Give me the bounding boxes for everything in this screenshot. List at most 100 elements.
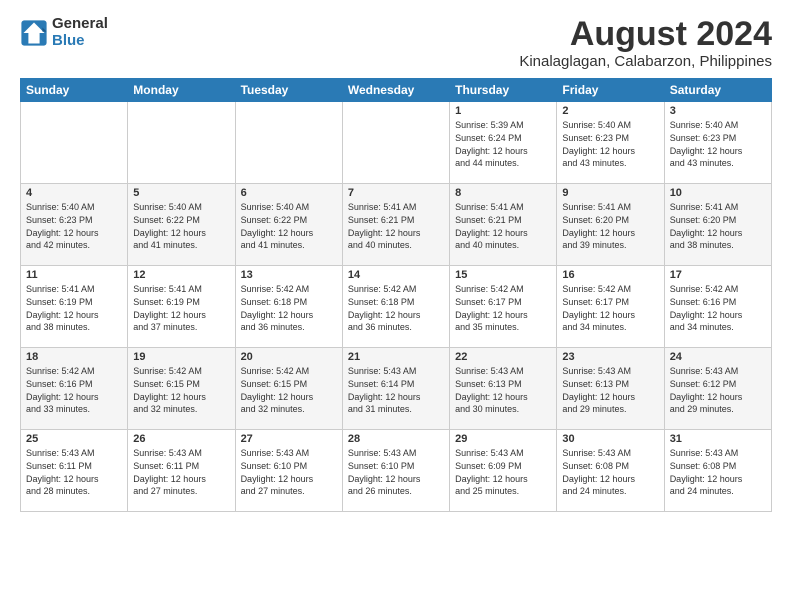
day-number: 4 <box>26 187 122 199</box>
logo-text: General Blue <box>52 16 108 49</box>
day-cell-10: 10Sunrise: 5:41 AM Sunset: 6:20 PM Dayli… <box>664 184 771 266</box>
logo: General Blue <box>20 16 108 49</box>
day-cell-19: 19Sunrise: 5:42 AM Sunset: 6:15 PM Dayli… <box>128 348 235 430</box>
day-info: Sunrise: 5:43 AM Sunset: 6:11 PM Dayligh… <box>26 447 122 497</box>
day-cell-30: 30Sunrise: 5:43 AM Sunset: 6:08 PM Dayli… <box>557 430 664 512</box>
day-number: 13 <box>241 269 337 281</box>
day-info: Sunrise: 5:43 AM Sunset: 6:10 PM Dayligh… <box>241 447 337 497</box>
empty-cell <box>235 102 342 184</box>
day-info: Sunrise: 5:41 AM Sunset: 6:20 PM Dayligh… <box>562 201 658 251</box>
day-cell-4: 4 Sunrise: 5:40 AM Sunset: 6:23 PM Daylig… <box>21 184 128 266</box>
day-cell-29: 29 Sunrise: 5:43 AM Sunset: 6:09 PM Dayli… <box>450 430 557 512</box>
day-cell-2: 2Sunrise: 5:40 AM Sunset: 6:23 PM Daylig… <box>557 102 664 184</box>
day-number: 14 <box>348 269 444 281</box>
day-info: Sunrise: 5:41 AM Sunset: 6:21 PM Dayligh… <box>455 201 551 251</box>
logo-icon <box>20 19 48 47</box>
week-row-4: 18 Sunrise: 5:42 AM Sunset: 6:16 PM Dayli… <box>21 348 772 430</box>
empty-cell <box>21 102 128 184</box>
day-cell-11: 11Sunrise: 5:41 AM Sunset: 6:19 PM Dayli… <box>21 266 128 348</box>
day-cell-13: 13 Sunrise: 5:42 AM Sunset: 6:18 PM Dayli… <box>235 266 342 348</box>
day-cell-20: 20 Sunrise: 5:42 AM Sunset: 6:15 PM Dayli… <box>235 348 342 430</box>
day-number: 20 <box>241 351 337 363</box>
day-number: 8 <box>455 187 551 199</box>
day-number: 16 <box>562 269 658 281</box>
day-info: Sunrise: 5:42 AM Sunset: 6:15 PM Dayligh… <box>241 365 337 415</box>
day-info: Sunrise: 5:40 AM Sunset: 6:22 PM Dayligh… <box>133 201 229 251</box>
day-number: 2 <box>562 105 658 117</box>
day-header-tuesday: Tuesday <box>235 79 342 102</box>
day-header-sunday: Sunday <box>21 79 128 102</box>
day-number: 18 <box>26 351 122 363</box>
day-info: Sunrise: 5:43 AM Sunset: 6:08 PM Dayligh… <box>670 447 766 497</box>
page: General Blue August 2024 Kinalaglagan, C… <box>0 0 792 612</box>
day-cell-23: 23Sunrise: 5:43 AM Sunset: 6:13 PM Dayli… <box>557 348 664 430</box>
day-cell-27: 27 Sunrise: 5:43 AM Sunset: 6:10 PM Dayli… <box>235 430 342 512</box>
day-number: 6 <box>241 187 337 199</box>
day-cell-3: 3 Sunrise: 5:40 AM Sunset: 6:23 PM Daylig… <box>664 102 771 184</box>
day-info: Sunrise: 5:41 AM Sunset: 6:20 PM Dayligh… <box>670 201 766 251</box>
day-number: 1 <box>455 105 551 117</box>
day-number: 12 <box>133 269 229 281</box>
day-info: Sunrise: 5:42 AM Sunset: 6:16 PM Dayligh… <box>26 365 122 415</box>
day-info: Sunrise: 5:42 AM Sunset: 6:17 PM Dayligh… <box>455 283 551 333</box>
day-cell-1: 1 Sunrise: 5:39 AM Sunset: 6:24 PM Daylig… <box>450 102 557 184</box>
day-number: 17 <box>670 269 766 281</box>
main-title: August 2024 <box>519 16 772 53</box>
day-cell-22: 22Sunrise: 5:43 AM Sunset: 6:13 PM Dayli… <box>450 348 557 430</box>
day-info: Sunrise: 5:40 AM Sunset: 6:23 PM Dayligh… <box>670 119 766 169</box>
day-cell-15: 15 Sunrise: 5:42 AM Sunset: 6:17 PM Dayli… <box>450 266 557 348</box>
day-cell-7: 7Sunrise: 5:41 AM Sunset: 6:21 PM Daylig… <box>342 184 449 266</box>
day-info: Sunrise: 5:42 AM Sunset: 6:18 PM Dayligh… <box>348 283 444 333</box>
day-number: 15 <box>455 269 551 281</box>
day-header-monday: Monday <box>128 79 235 102</box>
day-info: Sunrise: 5:40 AM Sunset: 6:22 PM Dayligh… <box>241 201 337 251</box>
day-number: 29 <box>455 433 551 445</box>
day-number: 28 <box>348 433 444 445</box>
day-header-friday: Friday <box>557 79 664 102</box>
day-cell-5: 5 Sunrise: 5:40 AM Sunset: 6:22 PM Daylig… <box>128 184 235 266</box>
title-block: August 2024 Kinalaglagan, Calabarzon, Ph… <box>519 16 772 70</box>
day-cell-31: 31Sunrise: 5:43 AM Sunset: 6:08 PM Dayli… <box>664 430 771 512</box>
day-cell-8: 8 Sunrise: 5:41 AM Sunset: 6:21 PM Daylig… <box>450 184 557 266</box>
week-row-5: 25Sunrise: 5:43 AM Sunset: 6:11 PM Dayli… <box>21 430 772 512</box>
day-number: 5 <box>133 187 229 199</box>
day-number: 3 <box>670 105 766 117</box>
day-info: Sunrise: 5:39 AM Sunset: 6:24 PM Dayligh… <box>455 119 551 169</box>
day-number: 26 <box>133 433 229 445</box>
day-number: 11 <box>26 269 122 281</box>
calendar-table: SundayMondayTuesdayWednesdayThursdayFrid… <box>20 78 772 512</box>
day-cell-14: 14 Sunrise: 5:42 AM Sunset: 6:18 PM Dayli… <box>342 266 449 348</box>
empty-cell <box>342 102 449 184</box>
day-info: Sunrise: 5:43 AM Sunset: 6:10 PM Dayligh… <box>348 447 444 497</box>
day-cell-17: 17Sunrise: 5:42 AM Sunset: 6:16 PM Dayli… <box>664 266 771 348</box>
empty-cell <box>128 102 235 184</box>
day-cell-18: 18 Sunrise: 5:42 AM Sunset: 6:16 PM Dayli… <box>21 348 128 430</box>
day-number: 30 <box>562 433 658 445</box>
day-info: Sunrise: 5:41 AM Sunset: 6:21 PM Dayligh… <box>348 201 444 251</box>
day-info: Sunrise: 5:42 AM Sunset: 6:18 PM Dayligh… <box>241 283 337 333</box>
day-info: Sunrise: 5:41 AM Sunset: 6:19 PM Dayligh… <box>133 283 229 333</box>
day-cell-28: 28 Sunrise: 5:43 AM Sunset: 6:10 PM Dayli… <box>342 430 449 512</box>
day-number: 22 <box>455 351 551 363</box>
logo-line2: Blue <box>52 33 108 50</box>
header: General Blue August 2024 Kinalaglagan, C… <box>20 16 772 70</box>
day-info: Sunrise: 5:42 AM Sunset: 6:15 PM Dayligh… <box>133 365 229 415</box>
day-info: Sunrise: 5:43 AM Sunset: 6:09 PM Dayligh… <box>455 447 551 497</box>
day-cell-9: 9 Sunrise: 5:41 AM Sunset: 6:20 PM Daylig… <box>557 184 664 266</box>
day-info: Sunrise: 5:43 AM Sunset: 6:11 PM Dayligh… <box>133 447 229 497</box>
subtitle: Kinalaglagan, Calabarzon, Philippines <box>519 53 772 70</box>
day-info: Sunrise: 5:40 AM Sunset: 6:23 PM Dayligh… <box>26 201 122 251</box>
day-cell-26: 26 Sunrise: 5:43 AM Sunset: 6:11 PM Dayli… <box>128 430 235 512</box>
day-info: Sunrise: 5:42 AM Sunset: 6:17 PM Dayligh… <box>562 283 658 333</box>
day-cell-6: 6 Sunrise: 5:40 AM Sunset: 6:22 PM Daylig… <box>235 184 342 266</box>
day-header-saturday: Saturday <box>664 79 771 102</box>
day-cell-12: 12 Sunrise: 5:41 AM Sunset: 6:19 PM Dayli… <box>128 266 235 348</box>
day-number: 27 <box>241 433 337 445</box>
day-number: 9 <box>562 187 658 199</box>
day-number: 24 <box>670 351 766 363</box>
logo-line1: General <box>52 16 108 33</box>
day-cell-25: 25Sunrise: 5:43 AM Sunset: 6:11 PM Dayli… <box>21 430 128 512</box>
day-number: 23 <box>562 351 658 363</box>
week-row-1: 1 Sunrise: 5:39 AM Sunset: 6:24 PM Daylig… <box>21 102 772 184</box>
day-cell-21: 21Sunrise: 5:43 AM Sunset: 6:14 PM Dayli… <box>342 348 449 430</box>
